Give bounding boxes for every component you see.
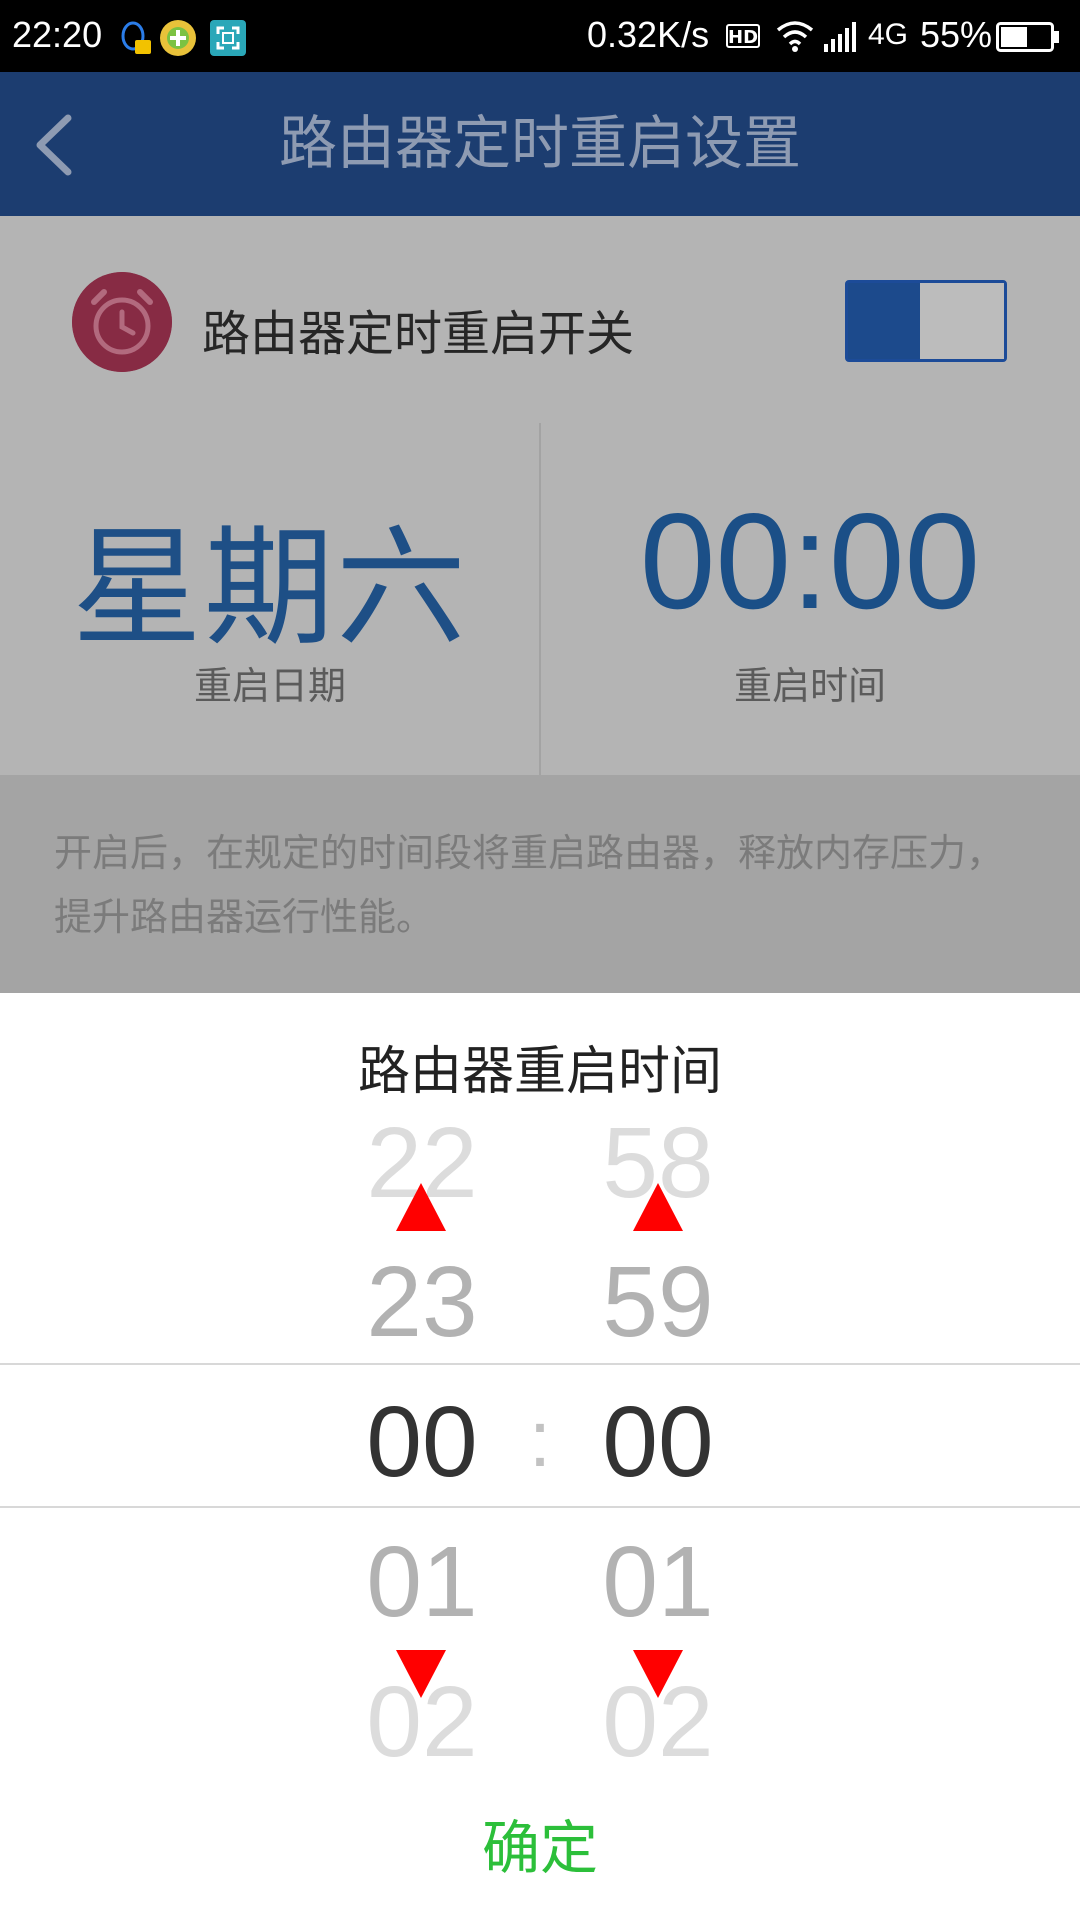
scan-app-icon bbox=[210, 20, 246, 56]
description-text: 开启后，在规定的时间段将重启路由器，释放内存压力，提升路由器运行性能。 bbox=[54, 831, 1005, 939]
qq-notification-icon bbox=[121, 21, 151, 54]
selection-line-top bbox=[0, 1363, 1080, 1365]
minute-selected[interactable]: 00 bbox=[558, 1385, 758, 1500]
page-title: 路由器定时重启设置 bbox=[278, 111, 801, 176]
picker-title: 路由器重启时间 bbox=[357, 1042, 722, 1102]
minute-up-arrow-icon[interactable] bbox=[633, 1183, 683, 1231]
restart-time-value[interactable]: 00:00 bbox=[540, 483, 1080, 639]
restart-switch-row: 路由器定时重启开关 bbox=[0, 216, 1080, 425]
selection-line-bottom bbox=[0, 1506, 1080, 1508]
description-area: 开启后，在规定的时间段将重启路由器，释放内存压力，提升路由器运行性能。 bbox=[0, 775, 1080, 993]
minute-down-arrow-icon[interactable] bbox=[633, 1650, 683, 1698]
time-separator: : bbox=[528, 1394, 552, 1483]
plus-app-icon bbox=[160, 20, 196, 56]
hour-option[interactable]: 01 bbox=[322, 1525, 522, 1640]
network-type: 4G bbox=[868, 18, 909, 51]
network-speed: 0.32K/s bbox=[587, 14, 710, 55]
hour-option[interactable]: 23 bbox=[322, 1245, 522, 1360]
minute-option[interactable]: 01 bbox=[558, 1525, 758, 1640]
restart-time-caption: 重启时间 bbox=[733, 664, 886, 708]
restart-toggle[interactable] bbox=[845, 280, 1007, 362]
hour-selected[interactable]: 00 bbox=[322, 1385, 522, 1500]
wifi-icon bbox=[776, 21, 814, 52]
confirm-button[interactable]: 确定 bbox=[390, 1803, 690, 1893]
minute-option[interactable]: 59 bbox=[558, 1245, 758, 1360]
switch-label: 路由器定时重启开关 bbox=[202, 306, 635, 362]
time-picker-sheet: 路由器重启时间 22 23 00 01 02 : 58 59 00 01 02 … bbox=[0, 993, 1080, 1920]
schedule-panel: 星期六 重启日期 00:00 重启时间 bbox=[0, 423, 1080, 777]
battery-icon bbox=[996, 22, 1059, 52]
title-bar: 路由器定时重启设置 bbox=[0, 72, 1080, 216]
toggle-knob bbox=[920, 283, 1004, 359]
restart-day-caption: 重启日期 bbox=[193, 664, 346, 708]
hour-up-arrow-icon[interactable] bbox=[396, 1183, 446, 1231]
hour-down-arrow-icon[interactable] bbox=[396, 1650, 446, 1698]
battery-percent: 55% bbox=[920, 14, 993, 55]
back-chevron-icon[interactable] bbox=[30, 110, 80, 180]
hd-icon: HD bbox=[726, 24, 760, 48]
cell-signal-icon bbox=[824, 22, 856, 52]
alarm-clock-icon bbox=[72, 272, 172, 372]
status-time: 22:20 bbox=[12, 14, 103, 55]
status-bar: 22:20 0.32K/s HD 4G 55% bbox=[0, 0, 1080, 72]
restart-day-value[interactable]: 星期六 bbox=[0, 483, 540, 671]
